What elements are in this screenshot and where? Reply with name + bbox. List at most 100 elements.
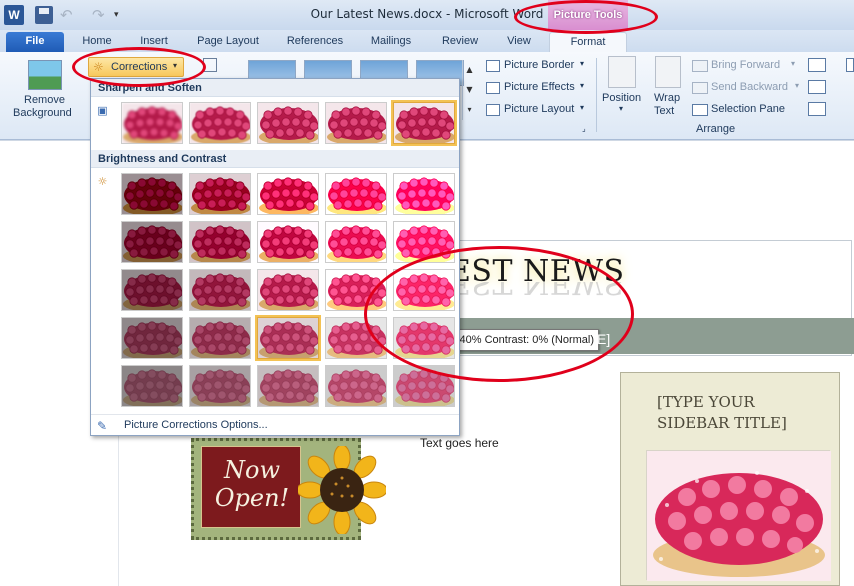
- brightness-contrast-thumb[interactable]: [325, 269, 387, 311]
- brightness-contrast-thumb[interactable]: [393, 173, 455, 215]
- sun-icon: ☼: [97, 175, 108, 188]
- brightness-contrast-thumb[interactable]: [189, 173, 251, 215]
- tab-references[interactable]: References: [282, 32, 348, 52]
- ribbon-tabs: File Home Insert Page Layout References …: [0, 30, 854, 52]
- sharpen-soften-thumb[interactable]: [257, 102, 319, 144]
- brightness-contrast-thumb[interactable]: [189, 269, 251, 311]
- brightness-contrast-thumb[interactable]: [257, 173, 319, 215]
- wrap-text-label-2[interactable]: Text: [654, 105, 674, 117]
- chevron-down-icon[interactable]: ▾: [580, 103, 584, 112]
- corrections-options-icon: ✎: [97, 419, 108, 433]
- rotate-icon[interactable]: [808, 102, 826, 116]
- group-separator: [596, 58, 597, 132]
- dialog-launcher-icon[interactable]: ⌟: [582, 124, 586, 133]
- corrections-menu[interactable]: Sharpen and Soften ▣ Brightness and Cont…: [90, 78, 460, 436]
- now-open-text: Now Open!: [204, 456, 300, 512]
- picture-border-icon[interactable]: [486, 60, 500, 72]
- window-title: Our Latest News.docx - Microsoft Word: [310, 7, 544, 21]
- sharpen-soften-thumb[interactable]: [121, 102, 183, 144]
- picture-layout-button[interactable]: Picture Layout: [504, 103, 574, 115]
- brightness-contrast-thumb[interactable]: [189, 221, 251, 263]
- picture-corrections-options-label: Picture Corrections Options...: [124, 419, 268, 431]
- wrap-text-icon[interactable]: [655, 56, 681, 88]
- send-backward-icon: [692, 82, 708, 94]
- tab-format[interactable]: Format: [549, 32, 627, 52]
- tab-review[interactable]: Review: [438, 32, 482, 52]
- sidebar-photo[interactable]: [646, 450, 831, 581]
- brightness-contrast-thumb[interactable]: [393, 269, 455, 311]
- brightness-contrast-thumb[interactable]: [325, 221, 387, 263]
- corrections-label: Corrections: [111, 61, 168, 73]
- brightness-contrast-thumb[interactable]: [393, 317, 455, 359]
- remove-background-label-2[interactable]: Background: [13, 107, 72, 119]
- chevron-up-icon[interactable]: ▲: [463, 60, 476, 80]
- now-open-line-2: Open!: [214, 484, 290, 512]
- gallery-more-icon[interactable]: ▾: [463, 100, 476, 120]
- chevron-down-icon: ▾: [795, 81, 800, 90]
- brightness-contrast-thumb[interactable]: [257, 221, 319, 263]
- brightness-contrast-thumb[interactable]: [189, 317, 251, 359]
- picture-effects-button[interactable]: Picture Effects: [504, 81, 575, 93]
- chevron-down-icon: ▾: [173, 61, 178, 70]
- picture-border-button[interactable]: Picture Border: [504, 59, 574, 71]
- sidebar-title[interactable]: [TYPE YOUR SIDEBAR TITLE]: [657, 392, 817, 434]
- picture-effects-icon[interactable]: [486, 82, 500, 94]
- banner-placeholder-fragment: E]: [597, 331, 611, 347]
- tab-file[interactable]: File: [6, 32, 64, 52]
- position-icon[interactable]: [608, 56, 636, 88]
- brightness-contrast-thumb[interactable]: [393, 365, 455, 407]
- brightness-contrast-thumb[interactable]: [121, 173, 183, 215]
- brightness-contrast-thumb[interactable]: [121, 365, 183, 407]
- remove-background-icon[interactable]: [28, 60, 62, 90]
- corrections-button[interactable]: ☼ Corrections ▾: [88, 57, 184, 77]
- gallery-scroll[interactable]: ▲ ▼ ▾: [462, 60, 476, 120]
- picture-tools-context-label: Picture Tools: [548, 0, 628, 30]
- brightness-contrast-thumb[interactable]: [325, 365, 387, 407]
- brightness-contrast-thumb[interactable]: [255, 315, 321, 361]
- sun-icon: ☼: [93, 60, 104, 74]
- group-icon[interactable]: [808, 80, 826, 94]
- chevron-down-icon[interactable]: ▾: [580, 59, 584, 68]
- tab-page-layout[interactable]: Page Layout: [194, 32, 262, 52]
- brightness-contrast-thumb[interactable]: [393, 221, 455, 263]
- tab-view[interactable]: View: [502, 32, 536, 52]
- brightness-contrast-thumb[interactable]: [257, 365, 319, 407]
- sharpen-soften-thumb[interactable]: [325, 102, 387, 144]
- chevron-down-icon[interactable]: ▾: [580, 81, 584, 90]
- chevron-down-icon: ▾: [791, 59, 796, 68]
- bring-forward-button[interactable]: Bring Forward: [711, 59, 780, 71]
- tab-mailings[interactable]: Mailings: [366, 32, 416, 52]
- picture-corrections-options[interactable]: ✎ Picture Corrections Options...: [91, 414, 459, 436]
- remove-background-label-1[interactable]: Remove: [24, 94, 65, 106]
- now-open-line-1: Now: [224, 456, 280, 484]
- brightness-contrast-thumb[interactable]: [189, 365, 251, 407]
- position-button[interactable]: Position: [602, 92, 641, 104]
- chevron-down-icon[interactable]: ▼: [463, 80, 476, 100]
- brightness-contrast-thumb[interactable]: [121, 221, 183, 263]
- wrap-text-label-1[interactable]: Wrap: [654, 92, 680, 104]
- crop-icon[interactable]: [846, 58, 854, 72]
- selection-pane-button[interactable]: Selection Pane: [711, 103, 785, 115]
- arrange-group-label: Arrange: [696, 123, 736, 135]
- brightness-contrast-thumb[interactable]: [121, 269, 183, 311]
- sharpen-soften-heading: Sharpen and Soften: [91, 79, 459, 97]
- chevron-down-icon[interactable]: ▾: [619, 104, 623, 113]
- sunflower-icon: [296, 444, 388, 536]
- bring-forward-icon: [692, 60, 708, 72]
- sharpen-icon: ▣: [97, 104, 108, 117]
- selection-pane-icon[interactable]: [692, 104, 708, 116]
- tab-insert[interactable]: Insert: [134, 32, 174, 52]
- picture-layout-icon[interactable]: [486, 104, 500, 116]
- sharpen-soften-thumb[interactable]: [189, 102, 251, 144]
- sharpen-soften-thumb[interactable]: [391, 100, 457, 146]
- body-text[interactable]: Text goes here: [420, 436, 499, 450]
- brightness-contrast-thumb[interactable]: [325, 317, 387, 359]
- brightness-contrast-thumb[interactable]: [121, 317, 183, 359]
- align-icon[interactable]: [808, 58, 826, 72]
- compress-pictures-icon[interactable]: [203, 58, 217, 72]
- send-backward-button[interactable]: Send Backward: [711, 81, 788, 93]
- brightness-contrast-heading: Brightness and Contrast: [91, 150, 459, 168]
- brightness-contrast-thumb[interactable]: [325, 173, 387, 215]
- tab-home[interactable]: Home: [78, 32, 116, 52]
- brightness-contrast-thumb[interactable]: [257, 269, 319, 311]
